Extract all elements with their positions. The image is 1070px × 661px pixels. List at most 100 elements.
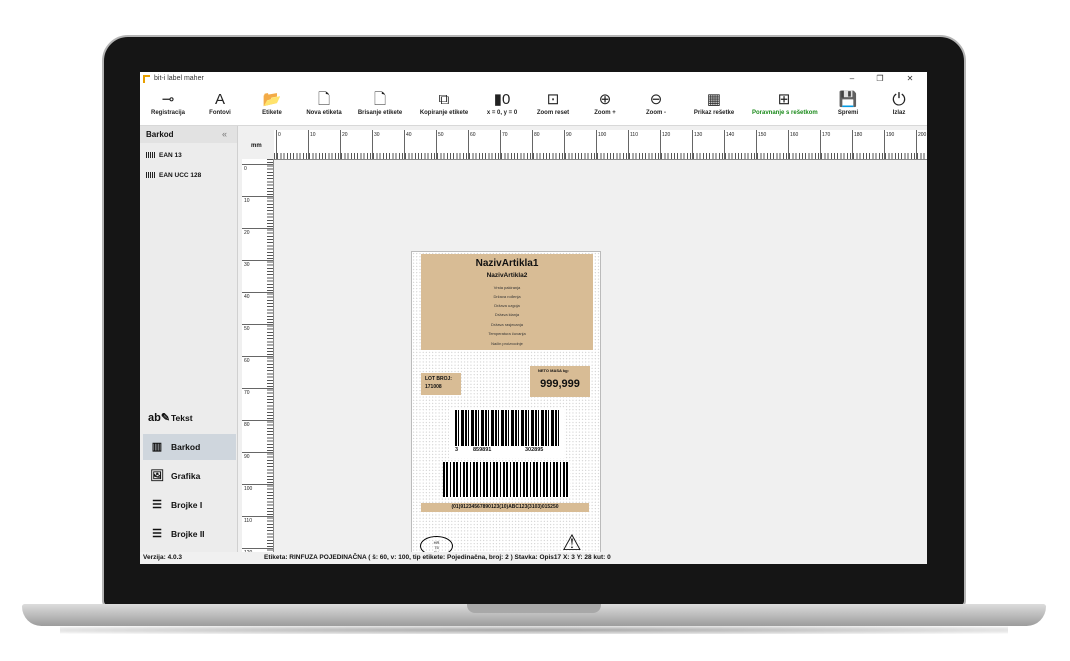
ruler-major-tick	[500, 130, 501, 159]
warning-icon[interactable]: ⚠	[562, 532, 582, 554]
ruler-major-tick	[756, 130, 757, 159]
panel-title: Barkod	[146, 130, 174, 139]
ruler-major-tick	[660, 130, 661, 159]
tool-numbers-2[interactable]: ☰ Brojke II	[143, 521, 236, 547]
product-header-box[interactable]: NazivArtikla1 NazivArtikla2 Vrsta pakira…	[421, 254, 593, 350]
ruler-major-tick	[242, 228, 273, 229]
ruler-tick-label: 90	[244, 454, 250, 460]
left-panel: Barkod « EAN 13 EAN UCC 128 ab✎ Tekst ▥ …	[140, 126, 238, 552]
ruler-tick-label: 120	[662, 132, 671, 138]
ruler-tick-label: 30	[244, 262, 250, 268]
net-mass-box[interactable]: NETO MASA kg: 999,999	[530, 366, 590, 397]
collapse-panel-button[interactable]: «	[222, 129, 227, 139]
ruler-icon: ▮0	[493, 91, 511, 108]
ruler-tick-label: 170	[822, 132, 831, 138]
ruler-major-tick	[372, 130, 373, 159]
ruler-tick-label: 10	[244, 198, 250, 204]
ruler-tick-label: 40	[244, 294, 250, 300]
barcode-type-label: EAN UCC 128	[159, 172, 202, 179]
delete-label-button[interactable]: 🗋 Brisanje etikete	[352, 90, 408, 124]
barcode-type-ean-ucc128[interactable]: EAN UCC 128	[140, 168, 237, 183]
new-label-button[interactable]: 🗋 Nova etiketa	[296, 90, 352, 124]
ruler-major-tick	[276, 130, 277, 159]
tool-label: Grafika	[171, 471, 201, 481]
ruler-major-tick	[242, 452, 273, 453]
copy-icon: ⧉	[438, 91, 450, 108]
zoom-out-label: Zoom -	[646, 110, 666, 116]
tool-numbers-1[interactable]: ☰ Brojke I	[143, 492, 236, 518]
fonts-label: Fontovi	[209, 110, 231, 116]
label-line: Način proizvodnje	[491, 341, 523, 346]
fonts-button[interactable]: A Fontovi	[192, 90, 248, 124]
ean-digit-prefix: 3	[455, 447, 459, 453]
zoom-reset-label: Zoom reset	[536, 110, 570, 116]
ruler-major-tick	[242, 292, 273, 293]
ruler-tick-label: 180	[854, 132, 863, 138]
snap-icon: ⊞	[777, 91, 791, 108]
ruler-tick-label: 30	[374, 132, 380, 138]
label-line: Vrsta pakiranja	[493, 285, 521, 290]
zoom-in-button[interactable]: ⊕ Zoom +	[577, 90, 633, 124]
copy-label-label: Kopiranje etikete	[419, 110, 469, 116]
barcode-icon	[146, 172, 156, 178]
minimize-button[interactable]: –	[843, 73, 861, 85]
lot-box[interactable]: LOT BROJ: 171008	[421, 373, 461, 395]
ean-digits-right: 302895	[525, 447, 544, 453]
ruler-unit: mm	[251, 143, 262, 149]
gs1-text: (01)91234567890123(10)ABC123(3103)015250	[421, 503, 589, 512]
lot-value: 171008	[425, 384, 442, 390]
show-grid-button[interactable]: ▦ Prikaz rešetke	[686, 90, 742, 124]
save-button[interactable]: 💾 Spremi	[820, 90, 876, 124]
label-preview[interactable]: NazivArtikla1 NazivArtikla2 Vrsta pakira…	[411, 251, 601, 564]
registration-button[interactable]: ⊸ Registracija	[140, 90, 196, 124]
ruler-tick-label: 20	[244, 230, 250, 236]
gs1-128-barcode[interactable]	[443, 462, 570, 497]
exit-button[interactable]: ⏻ Izlaz	[871, 90, 927, 124]
ruler-tick-label: 60	[470, 132, 476, 138]
snap-to-grid-button[interactable]: ⊞ Poravnanje s rešetkom	[752, 90, 818, 124]
ruler-major-tick	[884, 130, 885, 159]
ruler-major-tick	[596, 130, 597, 159]
design-canvas[interactable]: NazivArtikla1 NazivArtikla2 Vrsta pakira…	[274, 159, 927, 564]
barcode-type-ean13[interactable]: EAN 13	[140, 148, 237, 163]
ruler-tick-label: 70	[244, 390, 250, 396]
tool-label: Barkod	[171, 442, 201, 452]
laptop-shadow	[60, 626, 1008, 634]
ruler-tick-label: 100	[244, 486, 253, 492]
tool-barcode[interactable]: ▥ Barkod	[143, 434, 236, 460]
ruler-tick-label: 110	[244, 518, 252, 524]
net-mass-label: NETO MASA kg:	[538, 368, 569, 373]
ruler-major-tick	[468, 130, 469, 159]
save-icon: 💾	[838, 91, 858, 108]
lot-label: LOT BROJ:	[425, 376, 452, 382]
ruler-major-tick	[242, 324, 273, 325]
ruler-tick-label: 10	[310, 132, 316, 138]
labels-button[interactable]: 📂 Etikete	[244, 90, 300, 124]
ruler-major-tick	[820, 130, 821, 159]
ruler-tick-label: 190	[886, 132, 895, 138]
zoom-out-button[interactable]: ⊖ Zoom -	[628, 90, 684, 124]
window-title: bit-i label maher	[154, 75, 204, 82]
numbered-list-icon: ☰	[152, 528, 162, 540]
font-icon: A	[214, 91, 225, 108]
ruler-tick-label: 40	[406, 132, 412, 138]
close-window-button[interactable]: ✕	[901, 73, 919, 85]
ruler-major-tick	[724, 130, 725, 159]
ruler-major-tick	[242, 548, 273, 549]
power-icon: ⏻	[892, 90, 906, 109]
tool-graphics[interactable]: 🖼 Grafika	[143, 463, 236, 489]
version-text: Verzija: 4.0.3	[143, 554, 183, 561]
zoom-in-label: Zoom +	[594, 110, 616, 116]
coordinates-display: ▮0 x = 0, y = 0	[474, 90, 530, 124]
zoom-reset-button[interactable]: ⊡ Zoom reset	[525, 90, 581, 124]
ean13-barcode[interactable]: 3 859891 302895	[449, 408, 564, 458]
copy-label-button[interactable]: ⧉ Kopiranje etikete	[416, 90, 472, 124]
text-tool-icon: ab✎	[148, 412, 171, 424]
zoom-in-icon: ⊕	[598, 91, 612, 108]
tool-text[interactable]: ab✎ Tekst	[143, 405, 236, 431]
ruler-major-tick	[242, 260, 273, 261]
laptop-notch	[467, 604, 601, 613]
maximize-button[interactable]: ❐	[871, 73, 889, 85]
ruler-tick-label: 130	[694, 132, 703, 138]
ruler-tick-label: 50	[244, 326, 250, 332]
